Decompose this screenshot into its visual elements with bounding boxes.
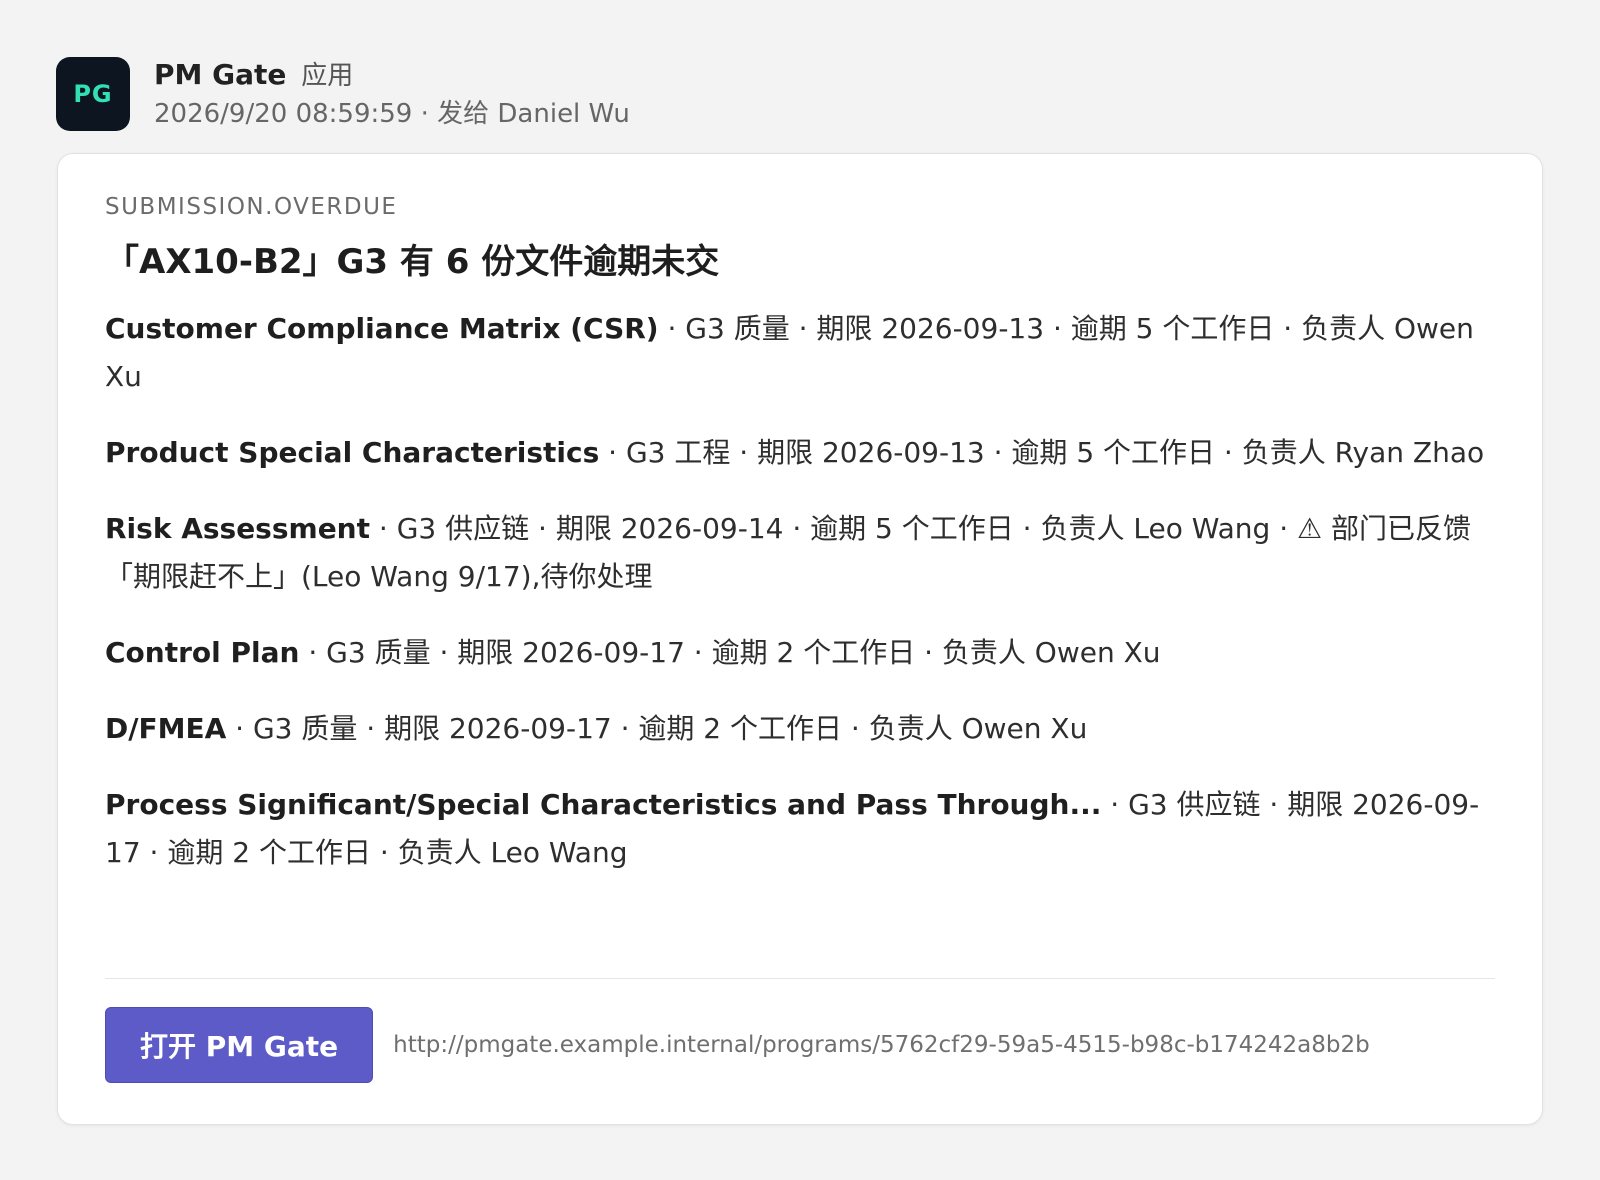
card-title: 「AX10-B2」G3 有 6 份文件逾期未交	[105, 242, 720, 282]
app-avatar[interactable]: PG	[56, 57, 130, 131]
list-item: Product Special Characteristics · G3 工程 …	[105, 429, 1495, 477]
document-name: Process Significant/Special Characterist…	[105, 788, 1102, 821]
sender-name[interactable]: PM Gate	[154, 58, 286, 91]
divider	[105, 978, 1495, 979]
list-item: D/FMEA · G3 质量 · 期限 2026-09-17 · 逾期 2 个工…	[105, 705, 1495, 753]
list-item: Process Significant/Special Characterist…	[105, 781, 1495, 877]
document-name: Risk Assessment	[105, 512, 371, 545]
app-tag: 应用	[301, 61, 354, 92]
document-detail: · G3 工程 · 期限 2026-09-13 · 逾期 5 个工作日 · 负责…	[599, 436, 1485, 469]
overdue-list: Customer Compliance Matrix (CSR) · G3 质量…	[105, 305, 1495, 877]
list-item: Risk Assessment · G3 供应链 · 期限 2026-09-14…	[105, 505, 1495, 601]
sender-line: PM Gate 应用	[154, 58, 630, 92]
notification-card: SUBMISSION.OVERDUE 「AX10-B2」G3 有 6 份文件逾期…	[57, 153, 1543, 1125]
document-name: D/FMEA	[105, 712, 227, 745]
card-body: SUBMISSION.OVERDUE 「AX10-B2」G3 有 6 份文件逾期…	[105, 194, 1495, 877]
message-meta: PM Gate 应用 2026/9/20 08:59:59 · 发给 Danie…	[154, 58, 630, 129]
message-header: PG PM Gate 应用 2026/9/20 08:59:59 · 发给 Da…	[56, 57, 630, 131]
document-detail: · G3 质量 · 期限 2026-09-17 · 逾期 2 个工作日 · 负责…	[299, 636, 1161, 669]
document-name: Control Plan	[105, 636, 300, 669]
timestamp-recipient: 2026/9/20 08:59:59 · 发给 Daniel Wu	[154, 98, 630, 129]
event-type: SUBMISSION.OVERDUE	[105, 194, 398, 220]
document-name: Product Special Characteristics	[105, 436, 600, 469]
program-url[interactable]: http://pmgate.example.internal/programs/…	[393, 1032, 1370, 1058]
notification: PG PM Gate 应用 2026/9/20 08:59:59 · 发给 Da…	[0, 0, 1600, 1180]
card-footer: 打开 PM Gate http://pmgate.example.interna…	[105, 1007, 1495, 1083]
list-item: Customer Compliance Matrix (CSR) · G3 质量…	[105, 305, 1495, 401]
open-pm-gate-button[interactable]: 打开 PM Gate	[105, 1007, 374, 1083]
list-item: Control Plan · G3 质量 · 期限 2026-09-17 · 逾…	[105, 629, 1495, 677]
document-detail: · G3 质量 · 期限 2026-09-17 · 逾期 2 个工作日 · 负责…	[226, 712, 1088, 745]
document-name: Customer Compliance Matrix (CSR)	[105, 312, 659, 345]
